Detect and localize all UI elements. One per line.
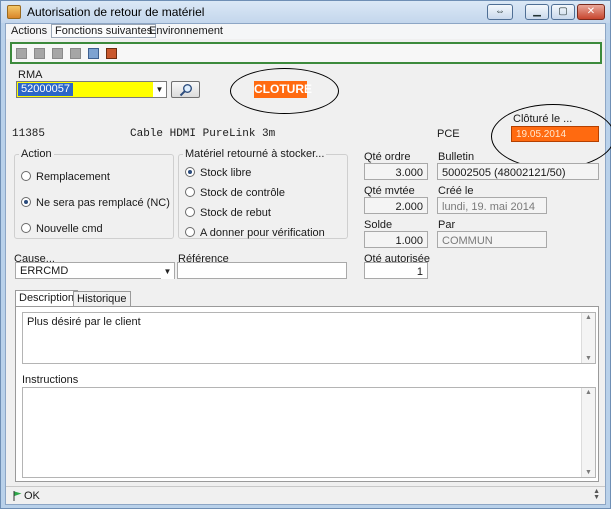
menu-bar: Actions Fonctions suivantes Environnemen… xyxy=(6,24,605,39)
reference-input[interactable] xyxy=(177,262,347,279)
printer-icon[interactable] xyxy=(88,48,99,59)
tab-historique[interactable]: Historique xyxy=(73,291,131,307)
action-option-replacement[interactable]: Remplacement xyxy=(21,171,110,183)
stock-option-label: Stock libre xyxy=(200,167,252,179)
cause-value: ERRCMD xyxy=(20,265,69,277)
bulletin-label: Bulletin xyxy=(438,151,475,163)
stock-option-label: A donner pour vérification xyxy=(200,227,325,239)
action-option-new-order[interactable]: Nouvelle cmd xyxy=(21,223,103,235)
action-option-label: Nouvelle cmd xyxy=(36,223,103,235)
created-field: lundi, 19. mai 2014 xyxy=(437,197,547,214)
action-option-label: Ne sera pas remplacé (NC) xyxy=(36,197,170,209)
green-flag-icon xyxy=(13,491,22,501)
tab-description[interactable]: Description xyxy=(15,290,79,307)
window-title: Autorisation de retour de matériel xyxy=(27,5,205,19)
created-label: Créé le xyxy=(438,185,474,197)
window-client-area: Actions Fonctions suivantes Environnemen… xyxy=(5,23,611,505)
status-spinner[interactable]: ▲ ▼ xyxy=(593,488,600,501)
action-group-title: Action xyxy=(19,148,54,160)
title-bar[interactable]: Autorisation de retour de matériel ⇔ ▁ ▢… xyxy=(1,1,610,23)
rma-number-value: 52000057 xyxy=(18,83,73,96)
radio-button[interactable] xyxy=(185,187,195,197)
stock-option-label: Stock de rebut xyxy=(200,207,271,219)
radio-button[interactable] xyxy=(21,171,31,181)
edit-record-icon[interactable] xyxy=(34,48,45,59)
qty-ordered-label: Qté ordre xyxy=(364,151,411,163)
chevron-down-icon[interactable]: ▼ xyxy=(153,82,166,97)
instructions-scrollbar[interactable]: ▲ ▼ xyxy=(581,388,595,477)
stock-option-rebut[interactable]: Stock de rebut xyxy=(185,207,271,219)
radio-button[interactable] xyxy=(21,223,31,233)
toolbar xyxy=(10,42,602,64)
qty-moved-field: 2.000 xyxy=(364,197,428,214)
stock-option-libre[interactable]: Stock libre xyxy=(185,167,251,179)
new-record-icon[interactable] xyxy=(16,48,27,59)
rma-label: RMA xyxy=(18,69,43,81)
radio-button[interactable] xyxy=(185,227,195,237)
created-by-label: Par xyxy=(438,219,456,231)
menu-actions[interactable]: Actions xyxy=(9,25,49,37)
annotation-ellipse-closed-date xyxy=(491,104,611,169)
status-bar: OK ▲ ▼ xyxy=(6,486,605,504)
bulletin-field: 50002505 (48002121/50) xyxy=(437,163,599,180)
cancel-record-icon[interactable] xyxy=(70,48,81,59)
magnifier-icon xyxy=(179,84,192,97)
stock-option-verification[interactable]: A donner pour vérification xyxy=(185,227,325,239)
exit-door-icon[interactable] xyxy=(106,48,117,59)
cause-combo[interactable]: ERRCMD ▼ xyxy=(15,262,175,279)
item-code: 11385 xyxy=(12,128,46,140)
qty-ordered-field: 3.000 xyxy=(364,163,428,180)
rma-window: Autorisation de retour de matériel ⇔ ▁ ▢… xyxy=(0,0,611,509)
qty-balance-field: 1.000 xyxy=(364,231,428,248)
action-group: Action Remplacement Ne sera pas remplacé… xyxy=(14,148,174,239)
minimize-button[interactable]: ▁ xyxy=(525,4,549,20)
menu-fonctions-suivantes[interactable]: Fonctions suivantes xyxy=(51,24,157,38)
scroll-down-icon[interactable]: ▼ xyxy=(585,355,592,362)
instructions-textarea[interactable]: ▲ ▼ xyxy=(22,387,596,478)
chevron-down-icon[interactable]: ▼ xyxy=(161,264,174,279)
radio-button-selected[interactable] xyxy=(185,167,195,177)
maximize-button[interactable]: ▢ xyxy=(551,4,575,20)
item-unit: PCE xyxy=(437,128,460,140)
annotation-ellipse-status xyxy=(230,68,339,114)
restore-layout-button[interactable]: ⇔ xyxy=(487,4,513,20)
qty-balance-label: Solde xyxy=(364,219,393,231)
stock-option-controle[interactable]: Stock de contrôle xyxy=(185,187,285,199)
description-scrollbar[interactable]: ▲ ▼ xyxy=(581,313,595,363)
qty-authorized-input[interactable]: 1 xyxy=(364,262,428,279)
status-text: OK xyxy=(24,490,40,502)
search-button[interactable] xyxy=(171,81,200,98)
rma-number-combo[interactable]: 52000057 ▼ xyxy=(16,81,167,98)
tab-panel-description: Plus désiré par le client ▲ ▼ Instructio… xyxy=(15,306,599,482)
close-button[interactable]: ✕ xyxy=(577,4,605,20)
radio-button-selected[interactable] xyxy=(21,197,31,207)
delete-record-icon[interactable] xyxy=(52,48,63,59)
scroll-down-icon[interactable]: ▼ xyxy=(585,469,592,476)
description-textarea[interactable]: Plus désiré par le client ▲ ▼ xyxy=(22,312,596,364)
stock-option-label: Stock de contrôle xyxy=(200,187,285,199)
scroll-up-icon[interactable]: ▲ xyxy=(585,314,592,321)
stock-group: Matériel retourné à stocker... Stock lib… xyxy=(178,148,348,239)
qty-moved-label: Qté mvtée xyxy=(364,185,415,197)
description-text: Plus désiré par le client xyxy=(27,316,141,328)
created-by-field: COMMUN xyxy=(437,231,547,248)
instructions-label: Instructions xyxy=(22,374,79,386)
action-option-not-replaced[interactable]: Ne sera pas remplacé (NC) xyxy=(21,197,170,209)
app-icon xyxy=(7,5,21,19)
menu-environnement[interactable]: Environnement xyxy=(147,25,225,37)
action-option-label: Remplacement xyxy=(36,171,110,183)
item-description: Cable HDMI PureLink 3m xyxy=(130,128,276,140)
stock-group-title: Matériel retourné à stocker... xyxy=(183,148,327,160)
radio-button[interactable] xyxy=(185,207,195,217)
scroll-up-icon[interactable]: ▲ xyxy=(585,389,592,396)
